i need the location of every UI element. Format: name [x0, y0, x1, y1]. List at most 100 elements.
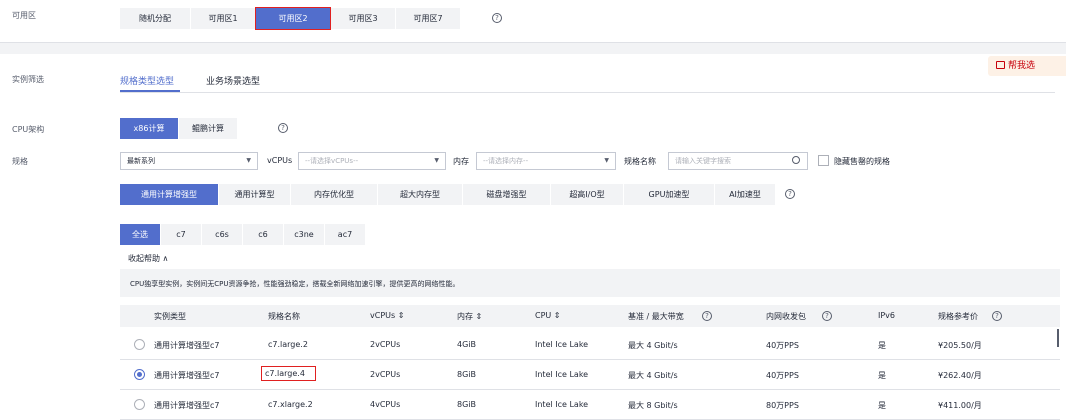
cell-memory: 4GiB: [457, 340, 476, 349]
cell-instance-type: 通用计算增强型c7: [154, 371, 220, 380]
name-placeholder: 请输入关键字搜索: [675, 157, 731, 165]
bandwidth-help-icon[interactable]: ?: [702, 311, 712, 321]
cell-cpu: Intel Ice Lake: [535, 400, 589, 409]
cell-memory: 8GiB: [457, 400, 476, 409]
sub-c6s[interactable]: c6s: [202, 224, 242, 245]
sub-all[interactable]: 全选: [120, 224, 160, 245]
series-value: 最新系列: [127, 157, 155, 165]
tabs-baseline: [120, 92, 1055, 93]
cell-vcpus: 2vCPUs: [370, 370, 401, 379]
pps-help-icon[interactable]: ?: [822, 311, 832, 321]
az-option-random[interactable]: 随机分配: [120, 8, 190, 29]
az-segment: 随机分配 可用区1 可用区2 可用区3 可用区7: [120, 7, 461, 30]
cell-pps: 40万PPS: [766, 371, 799, 380]
th-vcpus[interactable]: vCPUs ⇕: [370, 311, 404, 320]
az-option-2[interactable]: 可用区2: [255, 7, 331, 30]
mem-label: 内存: [453, 157, 469, 166]
az-option-7[interactable]: 可用区7: [396, 8, 460, 29]
search-icon: [792, 156, 800, 164]
type-general-enhanced[interactable]: 通用计算增强型: [120, 184, 218, 205]
spec-label: 规格: [12, 157, 28, 166]
vcpus-select[interactable]: --请选择vCPUs-- ▼: [298, 152, 446, 170]
price-help-icon[interactable]: ?: [992, 311, 1002, 321]
th-ipv6: IPv6: [878, 311, 896, 320]
name-search-input[interactable]: 请输入关键字搜索: [668, 152, 808, 170]
sub-c6[interactable]: c6: [243, 224, 283, 245]
tab-scenario[interactable]: 业务场景选型: [206, 74, 260, 87]
type-segment: 通用计算增强型 通用计算型 内存优化型 超大内存型 磁盘增强型 超高I/O型 G…: [120, 184, 776, 205]
cell-vcpus: 4vCPUs: [370, 400, 401, 409]
cpu-arch-help-icon[interactable]: ?: [278, 123, 288, 133]
cpu-arch-segment: x86计算 鲲鹏计算: [120, 118, 238, 139]
scrollbar[interactable]: [1057, 329, 1059, 347]
type-ai[interactable]: AI加速型: [715, 184, 775, 205]
hide-soldout-label: 隐藏售罄的规格: [834, 157, 890, 166]
type-high-io[interactable]: 超高I/O型: [551, 184, 623, 205]
help-me-pick-label: 帮我选: [1008, 61, 1036, 71]
cell-instance-type: 通用计算增强型c7: [154, 341, 220, 350]
type-disk[interactable]: 磁盘增强型: [463, 184, 550, 205]
collapse-help-link[interactable]: 收起帮助 ∧: [128, 253, 168, 264]
sub-c7[interactable]: c7: [161, 224, 201, 245]
table-header: 实例类型 规格名称 vCPUs ⇕ 内存 ⇕ CPU ⇕ 基准 / 最大带宽 ?…: [120, 305, 1060, 327]
cell-price: ¥262.40/月: [938, 371, 982, 380]
series-select[interactable]: 最新系列 ▼: [120, 152, 258, 170]
row-radio[interactable]: [134, 339, 145, 350]
type-gpu[interactable]: GPU加速型: [624, 184, 714, 205]
cell-ipv6: 是: [878, 341, 886, 350]
description-box: CPU独享型实例，实例间无CPU资源争抢，性能强劲稳定，搭载全新网络加速引擎，提…: [120, 269, 1060, 297]
type-memory[interactable]: 内存优化型: [291, 184, 377, 205]
type-general[interactable]: 通用计算型: [219, 184, 290, 205]
cell-instance-type: 通用计算增强型c7: [154, 401, 220, 410]
filter-section: 实例筛选 规格类型选型 业务场景选型 帮我选 CPU架构 x86计算 鲲鹏计算 …: [0, 54, 1066, 420]
th-bandwidth: 基准 / 最大带宽: [628, 312, 684, 321]
th-instance-type: 实例类型: [154, 312, 186, 321]
filter-label: 实例筛选: [12, 75, 44, 84]
row-radio[interactable]: [134, 399, 145, 410]
cell-ipv6: 是: [878, 371, 886, 380]
name-label: 规格名称: [624, 157, 656, 166]
cell-spec-name: c7.large.4: [261, 366, 316, 381]
description-text: CPU独享型实例，实例间无CPU资源争抢，性能强劲稳定，搭载全新网络加速引擎，提…: [130, 280, 460, 288]
chevron-down-icon: ▼: [246, 157, 251, 164]
vcpus-placeholder: --请选择vCPUs--: [305, 157, 359, 165]
cell-bandwidth: 最大 4 Gbit/s: [628, 371, 678, 380]
cell-pps: 40万PPS: [766, 341, 799, 350]
cell-cpu: Intel Ice Lake: [535, 370, 589, 379]
az-label: 可用区: [12, 11, 36, 20]
cell-cpu: Intel Ice Lake: [535, 340, 589, 349]
cpu-x86-option[interactable]: x86计算: [120, 118, 178, 139]
th-spec-name: 规格名称: [268, 312, 300, 321]
chat-icon: [996, 61, 1005, 69]
tab-spec-type[interactable]: 规格类型选型: [120, 74, 174, 87]
cell-pps: 80万PPS: [766, 401, 799, 410]
th-price: 规格参考价: [938, 312, 978, 321]
sub-ac7[interactable]: ac7: [325, 224, 365, 245]
type-large-memory[interactable]: 超大内存型: [378, 184, 462, 205]
cell-price: ¥205.50/月: [938, 341, 982, 350]
cell-spec-name: c7.xlarge.2: [268, 400, 313, 409]
az-row: 可用区 随机分配 可用区1 可用区2 可用区3 可用区7 ?: [0, 0, 1066, 42]
cpu-kunpeng-option[interactable]: 鲲鹏计算: [179, 118, 237, 139]
cell-price: ¥411.00/月: [938, 401, 982, 410]
mem-select[interactable]: --请选择内存-- ▼: [476, 152, 616, 170]
az-option-3[interactable]: 可用区3: [331, 8, 395, 29]
th-cpu[interactable]: CPU ⇕: [535, 311, 561, 320]
cpu-arch-label: CPU架构: [12, 125, 45, 134]
cell-bandwidth: 最大 4 Gbit/s: [628, 341, 678, 350]
az-option-1[interactable]: 可用区1: [191, 8, 255, 29]
table-row[interactable]: 通用计算增强型c7 c7.xlarge.2 4vCPUs 8GiB Intel Ice …: [120, 390, 1060, 420]
th-pps: 内网收发包: [766, 312, 806, 321]
hide-soldout-checkbox[interactable]: [818, 155, 829, 166]
az-help-icon[interactable]: ?: [492, 13, 502, 23]
table-row[interactable]: 通用计算增强型c7 c7.large.2 2vCPUs 4GiB Intel Ice L…: [120, 330, 1060, 360]
table-row[interactable]: 通用计算增强型c7 c7.large.4 2vCPUs 8GiB Intel Ice L…: [120, 360, 1060, 390]
help-me-pick-button[interactable]: 帮我选: [988, 56, 1066, 76]
sub-c3ne[interactable]: c3ne: [284, 224, 324, 245]
cell-bandwidth: 最大 8 Gbit/s: [628, 401, 678, 410]
chevron-down-icon: ▼: [604, 157, 609, 164]
row-radio[interactable]: [134, 369, 145, 380]
th-memory[interactable]: 内存 ⇕: [457, 311, 482, 322]
type-help-icon[interactable]: ?: [785, 189, 795, 199]
mem-placeholder: --请选择内存--: [483, 157, 529, 165]
